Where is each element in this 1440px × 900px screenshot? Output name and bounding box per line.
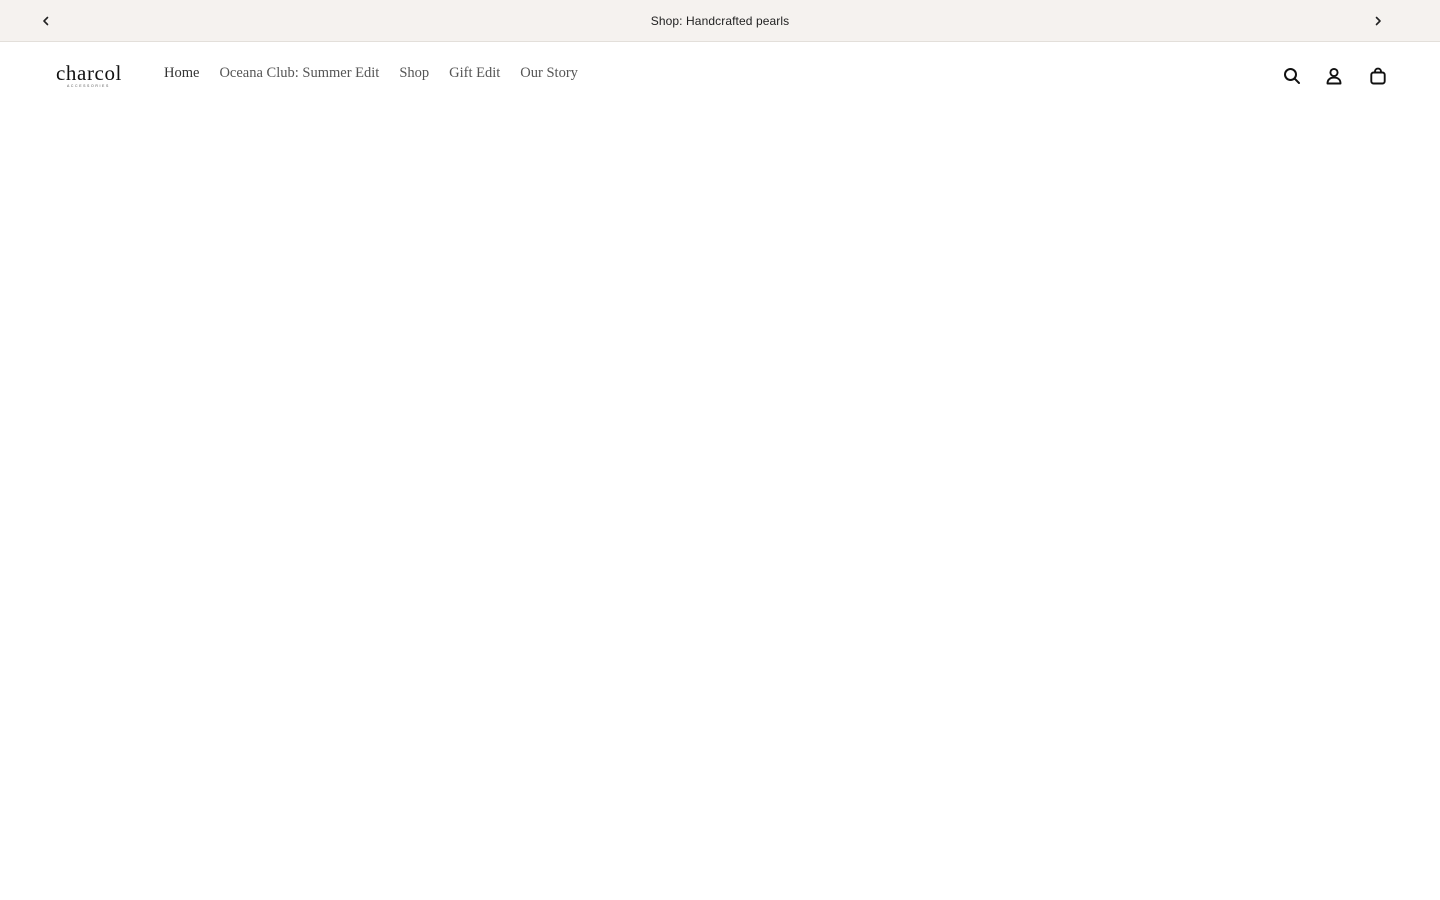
main-nav: Home Oceana Club: Summer Edit Shop Gift …	[164, 65, 598, 82]
chevron-right-icon	[1375, 16, 1381, 26]
announcement-text[interactable]: Shop: Handcrafted pearls	[651, 14, 789, 28]
user-icon	[1326, 67, 1342, 85]
logo-link[interactable]: charcol ACCESSORIES	[56, 62, 130, 90]
announcement-bar: Shop: Handcrafted pearls	[0, 0, 1440, 42]
logo-wordmark: charcol	[56, 61, 122, 85]
shopping-bag-icon	[1370, 67, 1386, 85]
nav-item-oceana-club[interactable]: Oceana Club: Summer Edit	[219, 65, 379, 82]
account-button[interactable]	[1323, 65, 1345, 87]
nav-item-home[interactable]: Home	[164, 65, 199, 82]
site-header: charcol ACCESSORIES Home Oceana Club: Su…	[0, 42, 1440, 110]
nav-item-shop[interactable]: Shop	[399, 65, 429, 82]
logo-tagline: ACCESSORIES	[67, 84, 110, 88]
search-icon	[1284, 68, 1300, 84]
announcement-next-button[interactable]	[1368, 11, 1388, 31]
nav-item-our-story[interactable]: Our Story	[520, 65, 578, 82]
search-button[interactable]	[1281, 65, 1303, 87]
announcement-prev-button[interactable]	[36, 11, 56, 31]
chevron-left-icon	[43, 16, 49, 26]
nav-item-gift-edit[interactable]: Gift Edit	[449, 65, 500, 82]
cart-button[interactable]	[1367, 65, 1389, 87]
